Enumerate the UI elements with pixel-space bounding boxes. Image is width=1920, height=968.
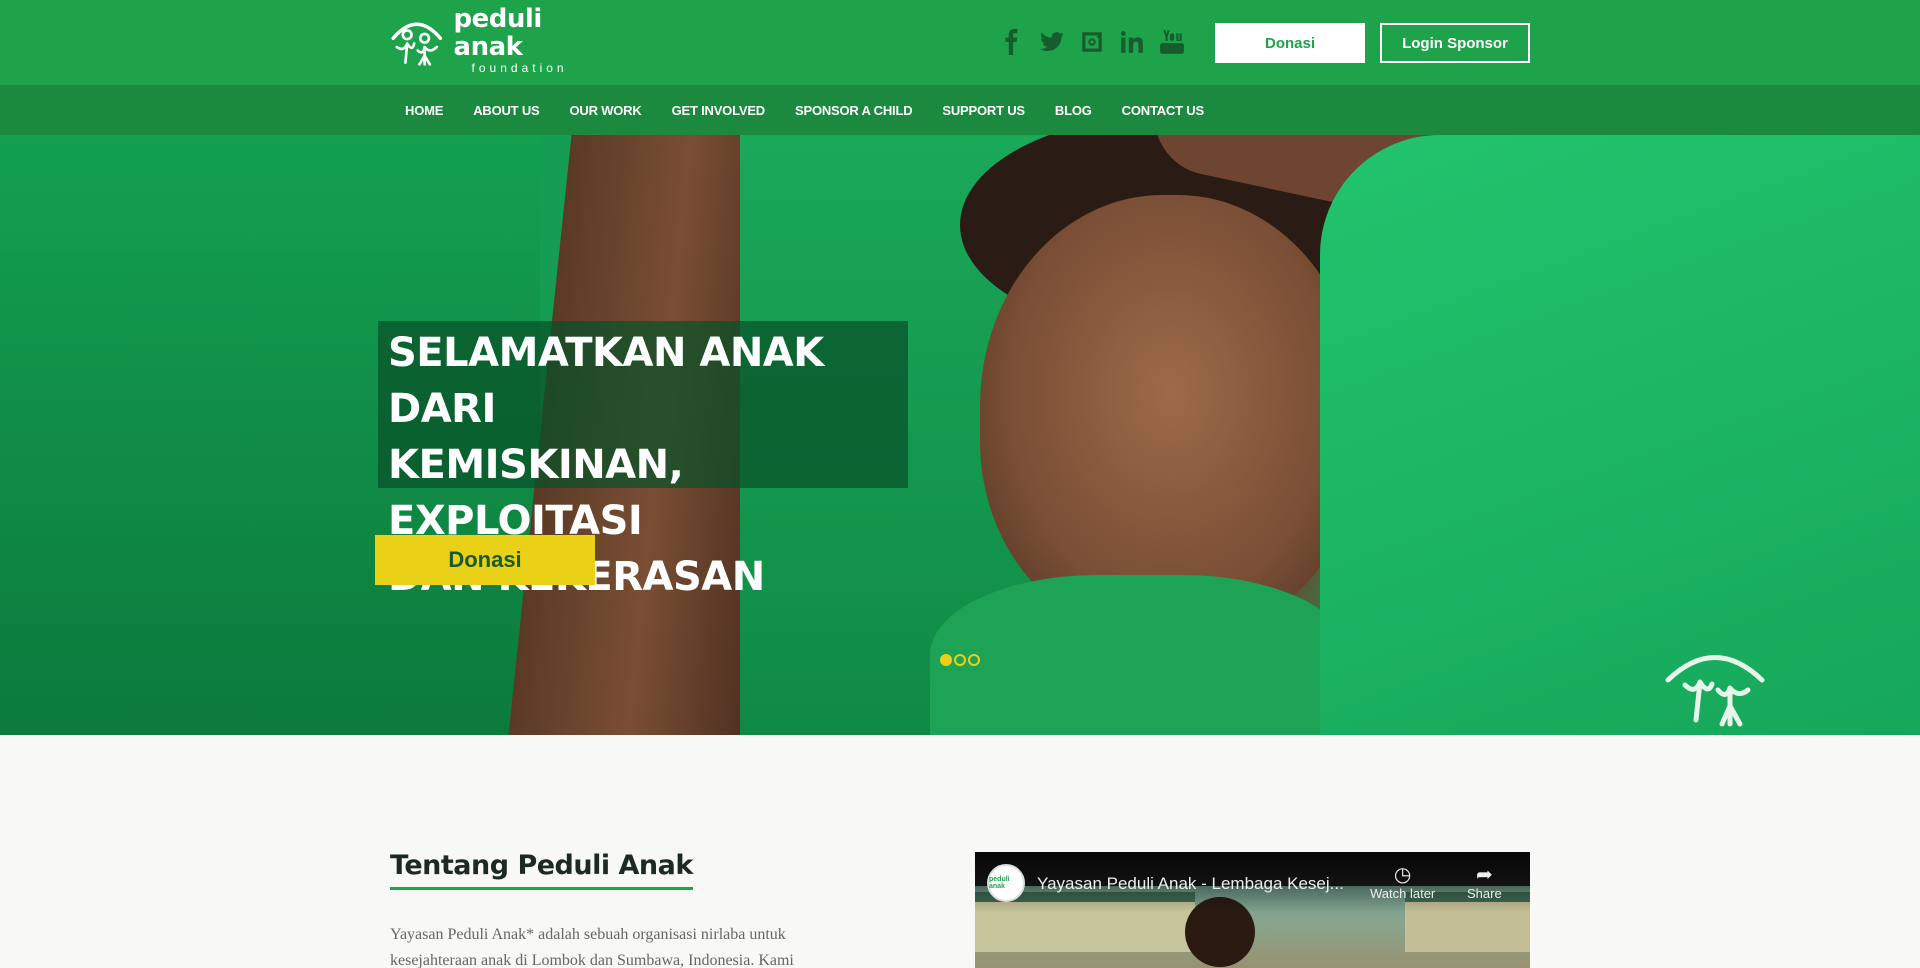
login-sponsor-button[interactable]: Login Sponsor [1380,23,1530,63]
donate-button-hero[interactable]: Donasi [375,535,595,585]
watch-later-button[interactable]: ◷ Watch later [1370,864,1435,901]
shirt-logo-icon [1665,655,1765,727]
video-title[interactable]: Yayasan Peduli Anak - Lembaga Kesej... [1037,874,1344,894]
share-button[interactable]: ➦ Share [1467,864,1502,901]
hero-title-box: SELAMATKAN ANAK DARI KEMISKINAN, EXPLOIT… [378,321,908,600]
slider-dot-2[interactable] [954,654,966,666]
top-header: peduli anak foundation Donasi Login Spon… [0,0,1920,85]
nav-item-support-us[interactable]: SUPPORT US [927,103,1040,118]
channel-avatar-label: peduli anak [989,876,1010,890]
linkedin-icon[interactable] [1118,28,1146,56]
nav-item-about-us[interactable]: ABOUT US [458,103,554,118]
slider-dot-3[interactable] [968,654,980,666]
hero-title-line: SELAMATKAN ANAK DARI [388,330,824,432]
hero-image-child-shirt [930,575,1350,735]
main-nav: HOME ABOUT US OUR WORK GET INVOLVED SPON… [0,85,1920,135]
donate-button-header[interactable]: Donasi [1215,23,1365,63]
clock-icon: ◷ [1393,864,1412,886]
slider-dot-1[interactable] [940,654,952,666]
nav-item-get-involved[interactable]: GET INVOLVED [657,103,780,118]
youtube-icon[interactable] [1158,28,1186,56]
nav-item-contact-us[interactable]: CONTACT US [1107,103,1219,118]
share-icon: ➦ [1475,864,1493,886]
hero-title-line: KEMISKINAN, EXPLOITASI [388,442,684,544]
logo-name: peduli anak [453,4,543,62]
instagram-icon[interactable] [1078,28,1106,56]
hero-image-shirt [1320,135,1920,735]
nav-item-our-work[interactable]: OUR WORK [555,103,657,118]
nav-item-blog[interactable]: BLOG [1040,103,1107,118]
about-title: Tentang Peduli Anak [390,850,693,890]
facebook-icon[interactable] [998,28,1026,56]
watch-later-label: Watch later [1370,886,1436,901]
slider-dots [940,654,980,666]
hero-slider: SELAMATKAN ANAK DARI KEMISKINAN, EXPLOIT… [0,135,1920,735]
twitter-icon[interactable] [1038,28,1066,56]
logo[interactable]: peduli anak foundation [388,4,598,75]
logo-sub: foundation [471,61,568,75]
logo-mark-icon [391,22,443,66]
nav-item-sponsor-a-child[interactable]: SPONSOR A CHILD [780,103,927,118]
about-text: Yayasan Peduli Anak* adalah sebuah organ… [390,926,794,968]
youtube-video-embed[interactable]: peduli anak Yayasan Peduli Anak - Lembag… [975,852,1530,968]
social-links [998,28,1186,56]
hero-image-child-face [980,195,1360,635]
share-label: Share [1467,886,1502,901]
nav-item-home[interactable]: HOME [390,103,458,118]
channel-avatar[interactable]: peduli anak [987,864,1025,902]
